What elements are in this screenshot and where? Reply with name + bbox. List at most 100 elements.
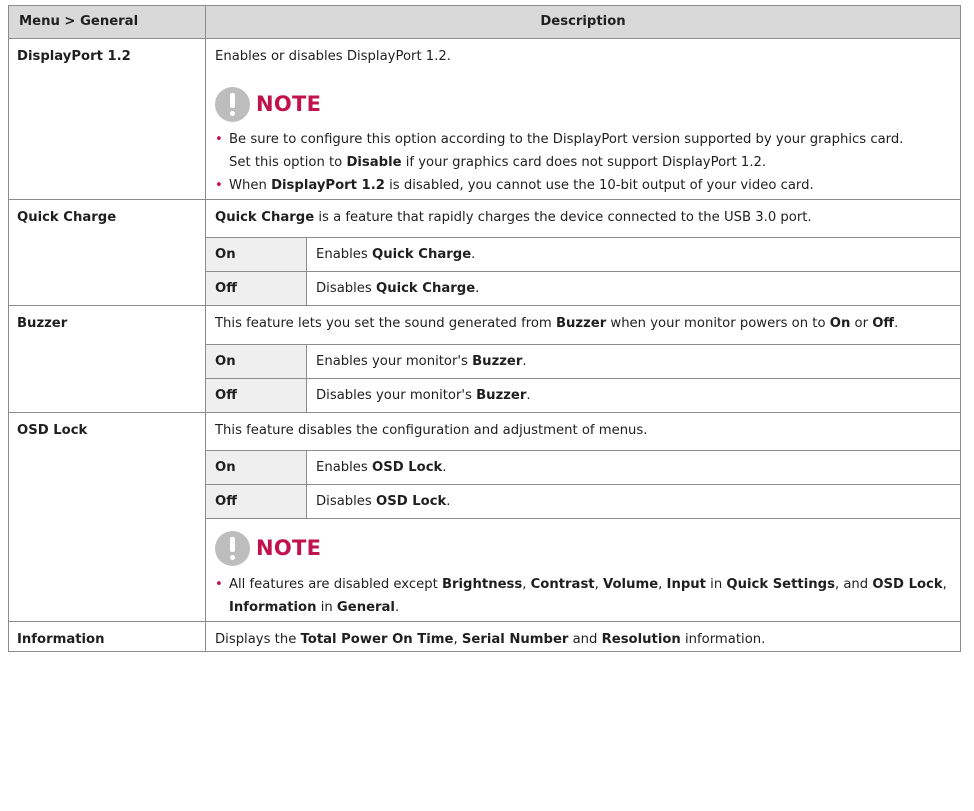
displayport-description: Enables or disables DisplayPort 1.2.	[215, 49, 451, 64]
row-name-buzzer: Buzzer	[8, 305, 206, 413]
text: Enables	[316, 459, 372, 475]
text: .	[475, 281, 480, 297]
bold-text: Resolution	[601, 631, 681, 647]
text: Disables	[316, 281, 376, 297]
list-item: When DisplayPort 1.2 is disabled, you ca…	[215, 174, 960, 197]
bold-text: Buzzer	[555, 316, 607, 332]
bold-text: Serial Number	[461, 631, 569, 647]
table-row: Information Displays the Total Power On …	[8, 620, 961, 652]
note-text: Be sure to configure this option accordi…	[229, 132, 904, 148]
row-desc-displayport: Enables or disables DisplayPort 1.2. NOT…	[205, 37, 961, 201]
general-menu-table: Menu > General Description DisplayPort 1…	[8, 5, 961, 652]
buzzer-description: This feature lets you set the sound gene…	[206, 306, 960, 335]
bold-text: Disable	[346, 155, 402, 171]
option-row-off: Off Disables OSD Lock.	[206, 483, 960, 519]
bold-text: On	[829, 316, 851, 332]
note-header: NOTE	[215, 82, 960, 126]
exclamation-icon	[215, 86, 250, 122]
table-row: Quick Charge Quick Charge is a feature t…	[8, 199, 961, 307]
text: All features are disabled except	[229, 576, 442, 592]
option-desc: Enables your monitor's Buzzer.	[306, 343, 960, 379]
text: if your graphics card does not support D…	[401, 155, 767, 171]
table-header-row: Menu > General Description	[8, 5, 961, 39]
text: Disables your monitor's	[316, 387, 477, 403]
text: ,	[453, 631, 462, 647]
option-desc: Enables Quick Charge.	[306, 237, 960, 273]
option-label: On	[206, 449, 307, 485]
note-header: NOTE	[215, 527, 960, 571]
text: When	[229, 178, 272, 194]
note-list: Be sure to configure this option accordi…	[215, 128, 960, 197]
quickcharge-description: Quick Charge is a feature that rapidly c…	[206, 200, 960, 229]
exclamation-icon	[215, 531, 250, 567]
text: is disabled, you cannot use the 10-bit o…	[384, 178, 814, 194]
text: in	[316, 599, 337, 615]
row-name-information: Information	[8, 620, 206, 652]
text: ,	[522, 576, 531, 592]
header-menu: Menu > General	[8, 5, 206, 39]
bold-text: Contrast	[530, 576, 595, 592]
osdlock-description: This feature disables the configuration …	[215, 422, 648, 438]
note-title: NOTE	[256, 91, 322, 116]
text: .	[894, 316, 899, 332]
row-name-displayport: DisplayPort 1.2	[8, 37, 206, 201]
bold-text: Buzzer	[476, 387, 527, 403]
text: .	[442, 459, 447, 475]
bold-text: Total Power On Time	[300, 631, 454, 647]
bold-text: Buzzer	[472, 353, 523, 369]
osdlock-options: On Enables OSD Lock. Off Disables OSD Lo…	[206, 449, 960, 519]
bold-text: Quick Settings	[726, 576, 835, 592]
bold-text: Volume	[603, 576, 659, 592]
note-block: NOTE Be sure to configure this option ac…	[206, 68, 960, 199]
text: information.	[680, 631, 766, 647]
list-item: Be sure to configure this option accordi…	[215, 128, 960, 151]
row-desc-osdlock: This feature disables the configuration …	[205, 411, 961, 622]
settings-table-wrapper: Menu > General Description DisplayPort 1…	[8, 5, 961, 652]
option-desc: Enables OSD Lock.	[306, 449, 960, 485]
option-row-on: On Enables your monitor's Buzzer.	[206, 343, 960, 379]
text: ,	[942, 576, 947, 592]
text: Disables	[316, 493, 376, 509]
table-row: OSD Lock This feature disables the confi…	[8, 411, 961, 622]
text: or	[850, 316, 873, 332]
text: Displays the	[215, 631, 301, 647]
text: .	[526, 387, 531, 403]
bold-text: OSD Lock	[371, 459, 443, 475]
option-row-off: Off Disables Quick Charge.	[206, 271, 960, 306]
text: Enables your monitor's	[316, 353, 473, 369]
text: ,	[594, 576, 604, 592]
quickcharge-options: On Enables Quick Charge. Off Disables Qu…	[206, 237, 960, 306]
bold-text: Quick Charge	[375, 281, 476, 297]
text: when your monitor powers on to	[606, 316, 830, 332]
table-row: DisplayPort 1.2 Enables or disables Disp…	[8, 37, 961, 201]
text: ,	[658, 576, 667, 592]
bold-text: OSD Lock	[375, 493, 447, 509]
option-row-on: On Enables Quick Charge.	[206, 237, 960, 273]
option-label: Off	[206, 271, 307, 306]
bold-text: Input	[666, 576, 706, 592]
text: Enables	[316, 247, 372, 263]
header-description: Description	[205, 5, 961, 39]
option-desc: Disables OSD Lock.	[306, 483, 960, 519]
option-label: Off	[206, 483, 307, 519]
text: .	[394, 599, 400, 615]
note-list: All features are disabled except Brightn…	[215, 573, 960, 619]
text: .	[522, 353, 527, 369]
row-name-osdlock: OSD Lock	[8, 411, 206, 622]
bold-text: General	[336, 599, 395, 615]
text: Set this option to	[229, 155, 347, 171]
table-row: Buzzer This feature lets you set the sou…	[8, 305, 961, 413]
text: This feature lets you set the sound gene…	[215, 316, 556, 332]
list-item: All features are disabled except Brightn…	[215, 573, 960, 619]
bold-text: Brightness	[441, 576, 523, 592]
information-description: Displays the Total Power On Time, Serial…	[206, 622, 960, 651]
text: and	[568, 631, 602, 647]
text: , and	[834, 576, 873, 592]
bold-text: Quick Charge	[371, 247, 472, 263]
bold-text: Information	[229, 599, 317, 615]
buzzer-options: On Enables your monitor's Buzzer. Off Di…	[206, 343, 960, 412]
bold-text: OSD Lock	[872, 576, 943, 592]
row-name-quickcharge: Quick Charge	[8, 199, 206, 307]
option-desc: Disables Quick Charge.	[306, 271, 960, 306]
option-label: On	[206, 237, 307, 273]
